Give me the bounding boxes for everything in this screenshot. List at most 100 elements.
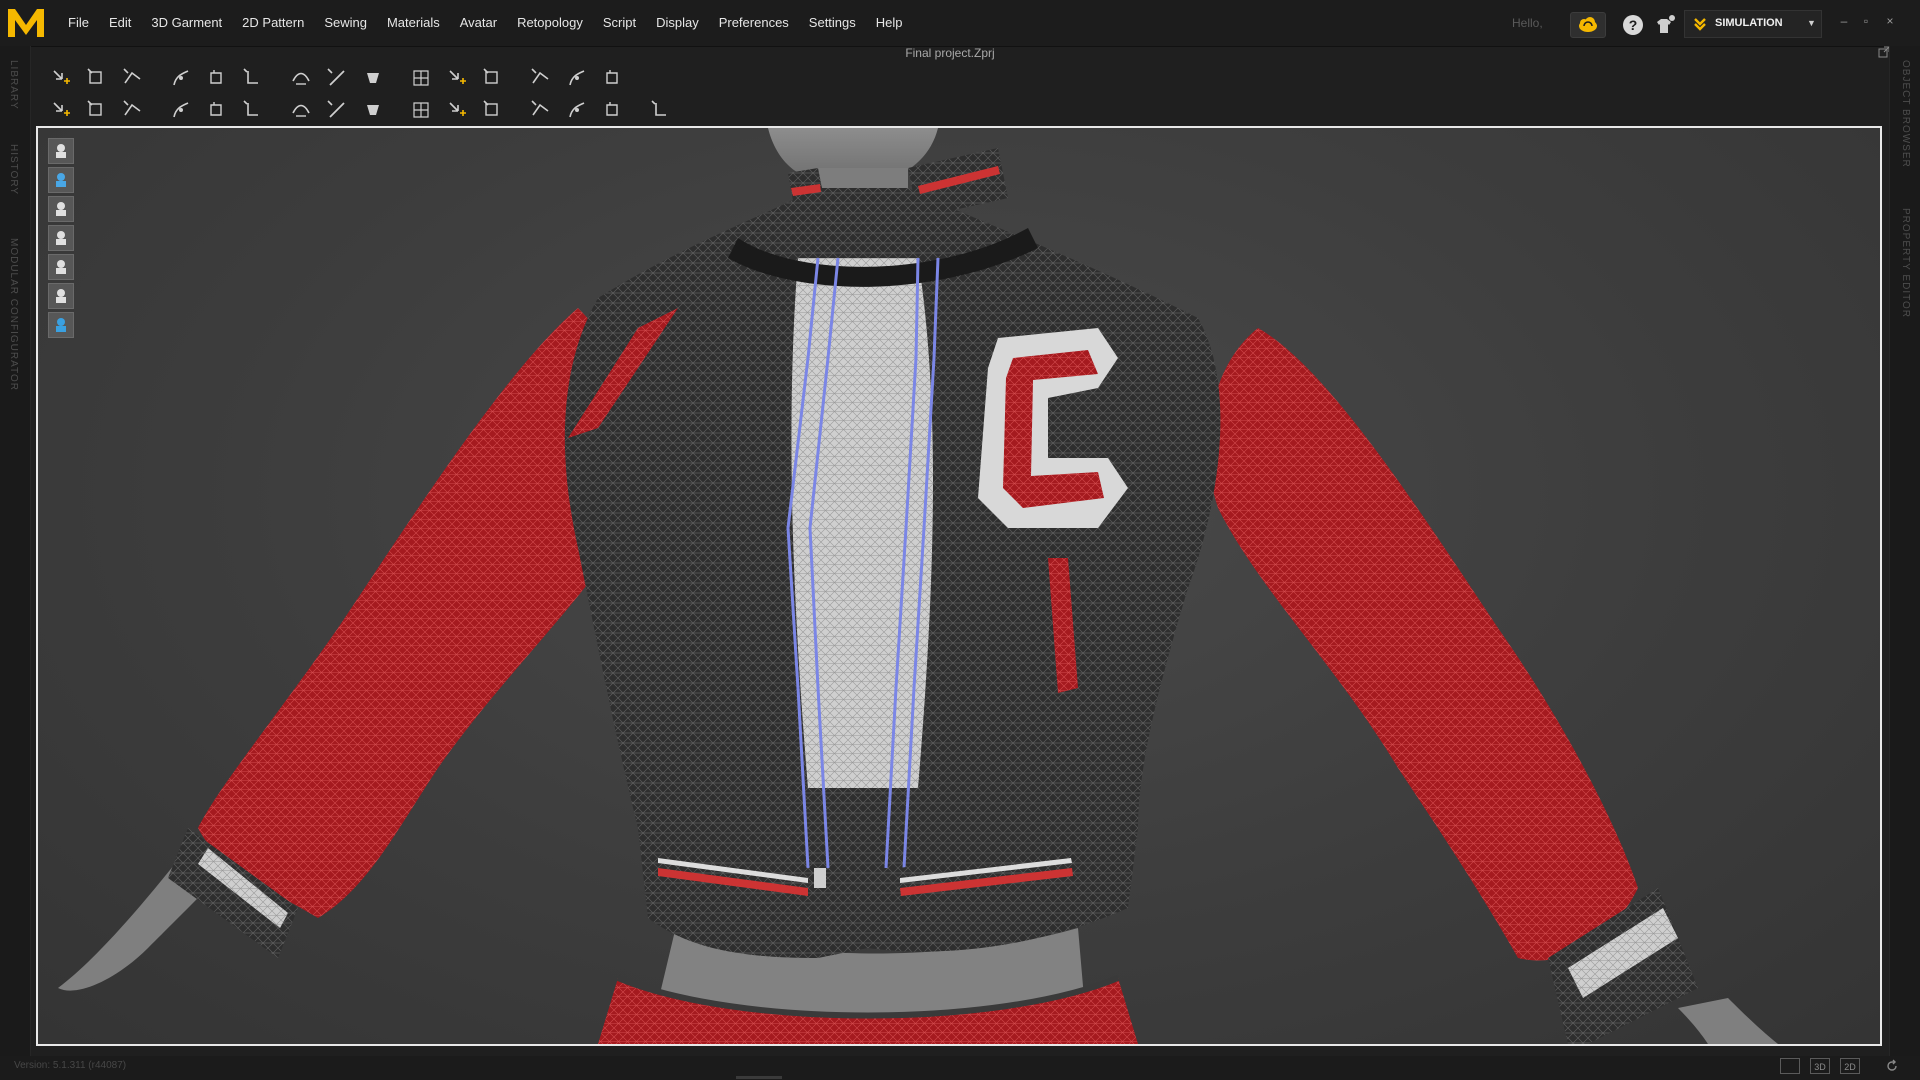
grid-icon <box>569 70 585 86</box>
menu-settings[interactable]: Settings <box>799 0 866 46</box>
3d-viewport[interactable] <box>36 126 1882 1046</box>
avatar-view-toggle[interactable] <box>48 196 74 222</box>
menu-edit[interactable]: Edit <box>99 0 141 46</box>
rotate-icon <box>243 68 258 84</box>
fold-arrangement-tool[interactable] <box>202 65 232 91</box>
toolbar-row-1 <box>46 64 634 92</box>
layer-toggle[interactable] <box>48 225 74 251</box>
garment-scene[interactable] <box>38 128 1880 1044</box>
3d-view-button[interactable]: 3D <box>1810 1058 1830 1074</box>
menu-retopology[interactable]: Retopology <box>507 0 593 46</box>
library-tab[interactable]: LIBRARY <box>8 60 19 110</box>
property-editor-tab[interactable]: PROPERTY EDITOR <box>1900 208 1911 318</box>
brush-icon <box>123 100 141 116</box>
avatar-head-toggle[interactable] <box>48 283 74 309</box>
history-tab[interactable]: HISTORY <box>8 144 19 195</box>
strengthen-tool[interactable] <box>598 97 628 123</box>
simulation-icon <box>1694 18 1706 31</box>
menu-bar: File Edit 3D Garment 2D Pattern Sewing M… <box>0 0 1920 47</box>
avatar-icon[interactable] <box>1652 14 1676 36</box>
button-tool[interactable] <box>286 97 316 123</box>
fold-tool[interactable] <box>526 65 556 91</box>
garment-icon <box>56 144 66 158</box>
menu-file[interactable]: File <box>58 0 99 46</box>
globe-toggle[interactable] <box>48 312 74 338</box>
user-greeting: Hello, <box>1512 16 1543 30</box>
select-mesh-tool[interactable] <box>82 97 112 123</box>
edit-curvature-tool[interactable] <box>166 65 196 91</box>
line-tool[interactable] <box>322 65 352 91</box>
garment-toggle[interactable] <box>48 138 74 164</box>
2d-view-button[interactable]: 2D <box>1840 1058 1860 1074</box>
texture-toggle[interactable] <box>48 167 74 193</box>
menu-script[interactable]: Script <box>593 0 646 46</box>
puckering-tool[interactable] <box>442 65 472 91</box>
close-button[interactable]: × <box>1882 14 1898 28</box>
button-icon <box>292 104 310 117</box>
avatar-head-icon <box>56 289 66 303</box>
chevron-down-icon: ▼ <box>1807 18 1816 28</box>
menu-display[interactable]: Display <box>646 0 709 46</box>
cloud-button[interactable] <box>1570 12 1606 38</box>
status-bar: Version: 5.1.311 (r44087) 3D 2D <box>0 1056 1920 1080</box>
edit-texture-icon <box>173 102 189 118</box>
edit-pattern-tool[interactable] <box>118 65 148 91</box>
shrinkage-tool[interactable] <box>562 97 592 123</box>
mode-label: SIMULATION <box>1715 17 1783 29</box>
modular-configurator-tab[interactable]: MODULAR CONFIGURATOR <box>8 238 19 391</box>
restore-button[interactable]: ▫ <box>1858 14 1874 28</box>
trim-icon <box>449 102 466 116</box>
puckering-brush-icon <box>531 100 549 116</box>
menu-materials[interactable]: Materials <box>377 0 450 46</box>
avatar-pose-tool[interactable] <box>46 97 76 123</box>
status-progress <box>736 1076 782 1079</box>
fabric-toggle[interactable] <box>48 254 74 280</box>
measure-tool[interactable] <box>478 97 508 123</box>
menu-2d-pattern[interactable]: 2D Pattern <box>232 0 314 46</box>
single-view-button[interactable] <box>1780 1058 1800 1074</box>
menu-preferences[interactable]: Preferences <box>709 0 799 46</box>
refresh-icon[interactable] <box>1885 1059 1899 1073</box>
menu-help[interactable]: Help <box>866 0 913 46</box>
svg-text:?: ? <box>1629 17 1638 33</box>
object-browser-tab[interactable]: OBJECT BROWSER <box>1900 60 1911 168</box>
brush-tool[interactable] <box>118 97 148 123</box>
main-menu: File Edit 3D Garment 2D Pattern Sewing M… <box>58 0 913 46</box>
skin-offset-icon <box>651 100 666 116</box>
buttonhole-tool[interactable] <box>322 97 352 123</box>
menu-sewing[interactable]: Sewing <box>314 0 377 46</box>
menu-3d-garment[interactable]: 3D Garment <box>141 0 232 46</box>
cloud-icon <box>1579 17 1597 32</box>
flip-pattern-tool[interactable] <box>478 65 508 91</box>
fold-arrangement-icon <box>210 70 222 84</box>
minimize-button[interactable]: – <box>1836 14 1852 28</box>
mode-selector[interactable]: SIMULATION ▼ <box>1684 10 1822 38</box>
offset-tool[interactable] <box>286 65 316 91</box>
zipper-tool[interactable] <box>358 97 388 123</box>
edit-texture-tool[interactable] <box>166 97 196 123</box>
tack-tool[interactable] <box>358 65 388 91</box>
piping-tool[interactable] <box>406 97 436 123</box>
puckering-brush-tool[interactable] <box>526 97 556 123</box>
piping-icon <box>413 102 429 118</box>
avatar-view-icon <box>56 202 66 216</box>
tack-icon <box>367 73 379 83</box>
trim-tool[interactable] <box>442 97 472 123</box>
rotate-tool[interactable] <box>238 65 268 91</box>
document-title-bar: Final project.Zprj <box>30 46 1890 60</box>
skin-offset-tool[interactable] <box>646 97 676 123</box>
topstitch-tool[interactable] <box>238 97 268 123</box>
menu-avatar[interactable]: Avatar <box>450 0 507 46</box>
avatar-pose-icon <box>53 102 70 116</box>
pin-tool[interactable] <box>406 65 436 91</box>
transform-pattern-tool[interactable] <box>82 65 112 91</box>
edit-pattern-icon <box>123 68 141 84</box>
select-move-tool[interactable] <box>46 65 76 91</box>
mesh-tool[interactable] <box>598 65 628 91</box>
transform-graphic-tool[interactable] <box>202 97 232 123</box>
buttonhole-icon <box>327 100 345 118</box>
grid-tool[interactable] <box>562 65 592 91</box>
toolbar-row-2 <box>46 96 682 124</box>
app-logo[interactable] <box>6 5 46 41</box>
help-icon[interactable]: ? <box>1622 14 1644 36</box>
